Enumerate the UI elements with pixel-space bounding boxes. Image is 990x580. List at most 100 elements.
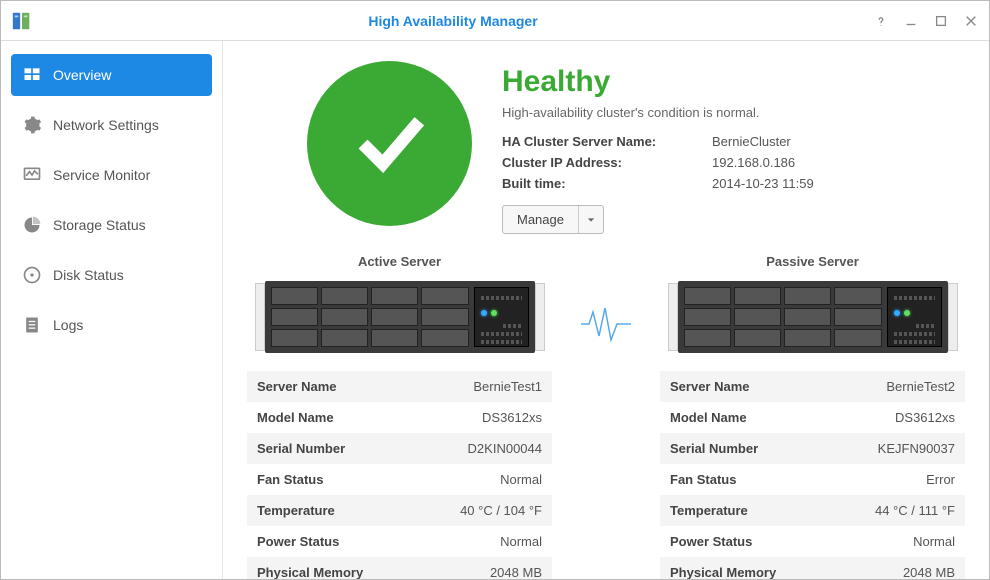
- close-button[interactable]: [963, 13, 979, 29]
- spec-value: Normal: [416, 464, 552, 495]
- spec-label: Power Status: [247, 526, 416, 557]
- help-button[interactable]: [873, 13, 889, 29]
- sidebar-item-logs[interactable]: Logs: [11, 304, 212, 346]
- spec-label: Model Name: [247, 402, 416, 433]
- overview-icon: [21, 64, 43, 86]
- gear-icon: [21, 114, 43, 136]
- spec-label: Serial Number: [660, 433, 830, 464]
- spec-value: DS3612xs: [830, 402, 965, 433]
- active-server-image: [255, 281, 545, 353]
- passive-server-title: Passive Server: [660, 254, 965, 269]
- table-row: Serial NumberD2KIN00044: [247, 433, 552, 464]
- manage-button-caret[interactable]: [579, 206, 603, 233]
- table-row: Physical Memory2048 MB: [247, 557, 552, 579]
- spec-value: 44 °C / 111 °F: [830, 495, 965, 526]
- status-title: Healthy: [502, 65, 965, 99]
- cluster-ip-row: Cluster IP Address: 192.168.0.186: [502, 155, 965, 170]
- spec-value: Error: [830, 464, 965, 495]
- sidebar-item-label: Service Monitor: [53, 167, 150, 183]
- manage-button[interactable]: Manage: [502, 205, 604, 234]
- spec-value: Normal: [416, 526, 552, 557]
- table-row: Temperature44 °C / 111 °F: [660, 495, 965, 526]
- spec-label: Physical Memory: [660, 557, 830, 579]
- passive-server-image: [668, 281, 958, 353]
- sidebar-item-label: Disk Status: [53, 267, 124, 283]
- passive-server-column: Passive Server Server NameBernieTest2 Mo…: [660, 254, 965, 579]
- spec-label: Server Name: [660, 371, 830, 402]
- active-server-table: Server NameBernieTest1 Model NameDS3612x…: [247, 371, 552, 579]
- manage-button-label[interactable]: Manage: [503, 206, 579, 233]
- summary-block: Healthy High-availability cluster's cond…: [247, 61, 965, 234]
- table-row: Power StatusNormal: [247, 526, 552, 557]
- minimize-button[interactable]: [903, 13, 919, 29]
- table-row: Power StatusNormal: [660, 526, 965, 557]
- active-server-title: Active Server: [247, 254, 552, 269]
- sidebar-item-label: Overview: [53, 67, 111, 83]
- sidebar-item-overview[interactable]: Overview: [11, 54, 212, 96]
- disk-icon: [21, 264, 43, 286]
- table-row: Fan StatusError: [660, 464, 965, 495]
- spec-label: Fan Status: [660, 464, 830, 495]
- logs-icon: [21, 314, 43, 336]
- table-row: Physical Memory2048 MB: [660, 557, 965, 579]
- app-window: High Availability Manager Overview Netwo…: [0, 0, 990, 580]
- passive-server-table: Server NameBernieTest2 Model NameDS3612x…: [660, 371, 965, 579]
- heartbeat-icon: [576, 304, 636, 344]
- built-time-value: 2014-10-23 11:59: [712, 176, 814, 191]
- table-row: Fan StatusNormal: [247, 464, 552, 495]
- sidebar-item-storage-status[interactable]: Storage Status: [11, 204, 212, 246]
- summary-info: Healthy High-availability cluster's cond…: [502, 61, 965, 234]
- sidebar-item-service-monitor[interactable]: Service Monitor: [11, 154, 212, 196]
- cluster-name-value: BernieCluster: [712, 134, 791, 149]
- table-row: Temperature40 °C / 104 °F: [247, 495, 552, 526]
- table-row: Model NameDS3612xs: [660, 402, 965, 433]
- spec-value: 40 °C / 104 °F: [416, 495, 552, 526]
- sidebar-item-label: Logs: [53, 317, 83, 333]
- monitor-icon: [21, 164, 43, 186]
- spec-label: Temperature: [660, 495, 830, 526]
- status-subtext: High-availability cluster's condition is…: [502, 105, 965, 120]
- spec-label: Temperature: [247, 495, 416, 526]
- spec-value: BernieTest2: [830, 371, 965, 402]
- cluster-name-label: HA Cluster Server Name:: [502, 134, 712, 149]
- sidebar-item-network-settings[interactable]: Network Settings: [11, 104, 212, 146]
- table-row: Serial NumberKEJFN90037: [660, 433, 965, 464]
- table-row: Server NameBernieTest1: [247, 371, 552, 402]
- sidebar-item-disk-status[interactable]: Disk Status: [11, 254, 212, 296]
- spec-label: Serial Number: [247, 433, 416, 464]
- sidebar: Overview Network Settings Service Monito…: [1, 41, 223, 579]
- cluster-name-row: HA Cluster Server Name: BernieCluster: [502, 134, 965, 149]
- manage-row: Manage: [502, 205, 965, 234]
- spec-value: 2048 MB: [830, 557, 965, 579]
- window-controls: [873, 13, 979, 29]
- pie-chart-icon: [21, 214, 43, 236]
- main-panel: Healthy High-availability cluster's cond…: [223, 41, 989, 579]
- body: Overview Network Settings Service Monito…: [1, 41, 989, 579]
- table-row: Server NameBernieTest2: [660, 371, 965, 402]
- spec-value: 2048 MB: [416, 557, 552, 579]
- active-server-column: Active Server Server NameBernieTest1 Mod…: [247, 254, 552, 579]
- healthy-check-icon: [307, 61, 472, 226]
- spec-value: DS3612xs: [416, 402, 552, 433]
- cluster-ip-value: 192.168.0.186: [712, 155, 795, 170]
- spec-label: Model Name: [660, 402, 830, 433]
- spec-value: KEJFN90037: [830, 433, 965, 464]
- sidebar-item-label: Network Settings: [53, 117, 159, 133]
- spec-value: D2KIN00044: [416, 433, 552, 464]
- table-row: Model NameDS3612xs: [247, 402, 552, 433]
- built-time-row: Built time: 2014-10-23 11:59: [502, 176, 965, 191]
- maximize-button[interactable]: [933, 13, 949, 29]
- spec-label: Server Name: [247, 371, 416, 402]
- sidebar-item-label: Storage Status: [53, 217, 146, 233]
- built-time-label: Built time:: [502, 176, 712, 191]
- window-title: High Availability Manager: [33, 13, 873, 29]
- app-icon: [11, 10, 33, 32]
- spec-label: Power Status: [660, 526, 830, 557]
- cluster-ip-label: Cluster IP Address:: [502, 155, 712, 170]
- spec-label: Physical Memory: [247, 557, 416, 579]
- spec-value: Normal: [830, 526, 965, 557]
- servers-section: Active Server Server NameBernieTest1 Mod…: [247, 254, 965, 579]
- titlebar: High Availability Manager: [1, 1, 989, 41]
- spec-label: Fan Status: [247, 464, 416, 495]
- spec-value: BernieTest1: [416, 371, 552, 402]
